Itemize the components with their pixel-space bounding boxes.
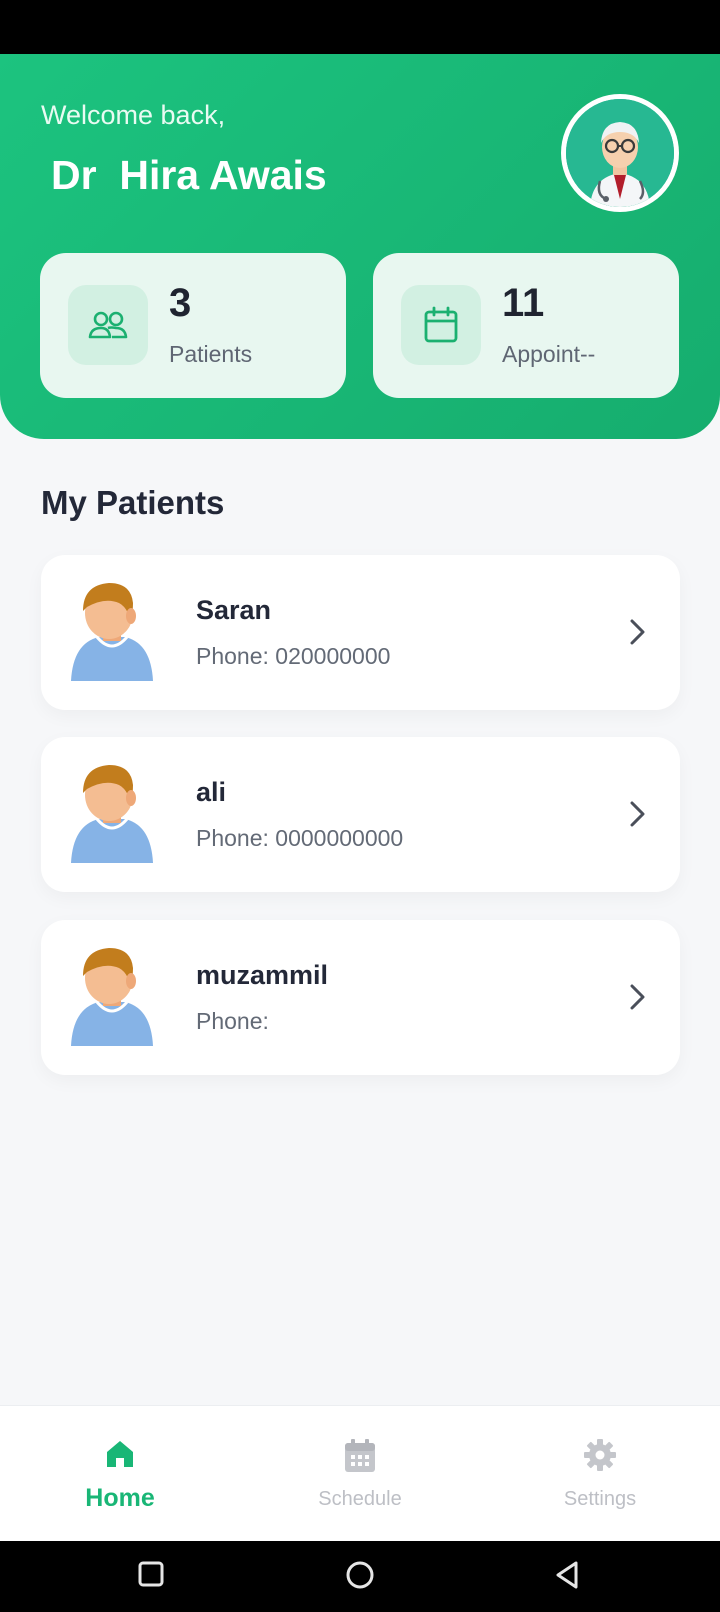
patient-avatar-icon xyxy=(69,946,155,1048)
chevron-right-icon xyxy=(622,797,652,831)
nav-label-home: Home xyxy=(85,1484,155,1512)
gear-icon xyxy=(583,1438,617,1477)
chevron-right-icon xyxy=(622,980,652,1014)
patient-phone: Phone: 020000000 xyxy=(196,643,391,669)
status-bar xyxy=(0,0,720,54)
system-nav-bar xyxy=(0,1541,720,1612)
nav-label-schedule: Schedule xyxy=(318,1488,402,1510)
patient-avatar-icon xyxy=(69,581,155,683)
patient-name: ali xyxy=(196,777,227,807)
recents-icon[interactable] xyxy=(136,1559,166,1594)
welcome-text: Welcome back, xyxy=(41,100,226,130)
stat-card-patients[interactable]: 3 Patients xyxy=(40,253,346,398)
patients-label: Patients xyxy=(169,341,253,367)
nav-label-settings: Settings xyxy=(563,1488,637,1510)
doctor-avatar[interactable] xyxy=(561,94,679,212)
nav-item-schedule[interactable]: Schedule xyxy=(240,1406,480,1542)
patients-count: 3 xyxy=(169,281,192,325)
appointments-label: Appoint-- xyxy=(502,341,596,367)
users-icon xyxy=(68,285,148,365)
patient-card[interactable]: ali Phone: 0000000000 xyxy=(41,737,680,892)
calendar-icon xyxy=(343,1438,377,1479)
calendar-icon xyxy=(401,285,481,365)
patient-name: muzammil xyxy=(196,960,329,990)
doctor-name: Dr Hira Awais xyxy=(51,152,327,198)
nav-item-home[interactable]: Home xyxy=(0,1406,240,1542)
doctor-avatar-icon xyxy=(566,99,674,207)
section-title-my-patients: My Patients xyxy=(41,484,225,521)
nav-item-settings[interactable]: Settings xyxy=(480,1406,720,1542)
patient-name: Saran xyxy=(196,595,272,625)
patient-card[interactable]: muzammil Phone: xyxy=(41,920,680,1075)
back-icon[interactable] xyxy=(552,1559,582,1596)
appointments-count: 11 xyxy=(502,281,545,325)
patient-phone: Phone: 0000000000 xyxy=(196,825,404,851)
chevron-right-icon xyxy=(622,615,652,649)
stat-card-appointments[interactable]: 11 Appoint-- xyxy=(373,253,679,398)
home-icon xyxy=(104,1438,136,1475)
patient-avatar-icon xyxy=(69,763,155,865)
patient-card[interactable]: Saran Phone: 020000000 xyxy=(41,555,680,710)
patient-phone: Phone: xyxy=(196,1008,269,1034)
home-circle-icon[interactable] xyxy=(344,1559,376,1596)
bottom-nav: Home Schedule Settings xyxy=(0,1405,720,1541)
